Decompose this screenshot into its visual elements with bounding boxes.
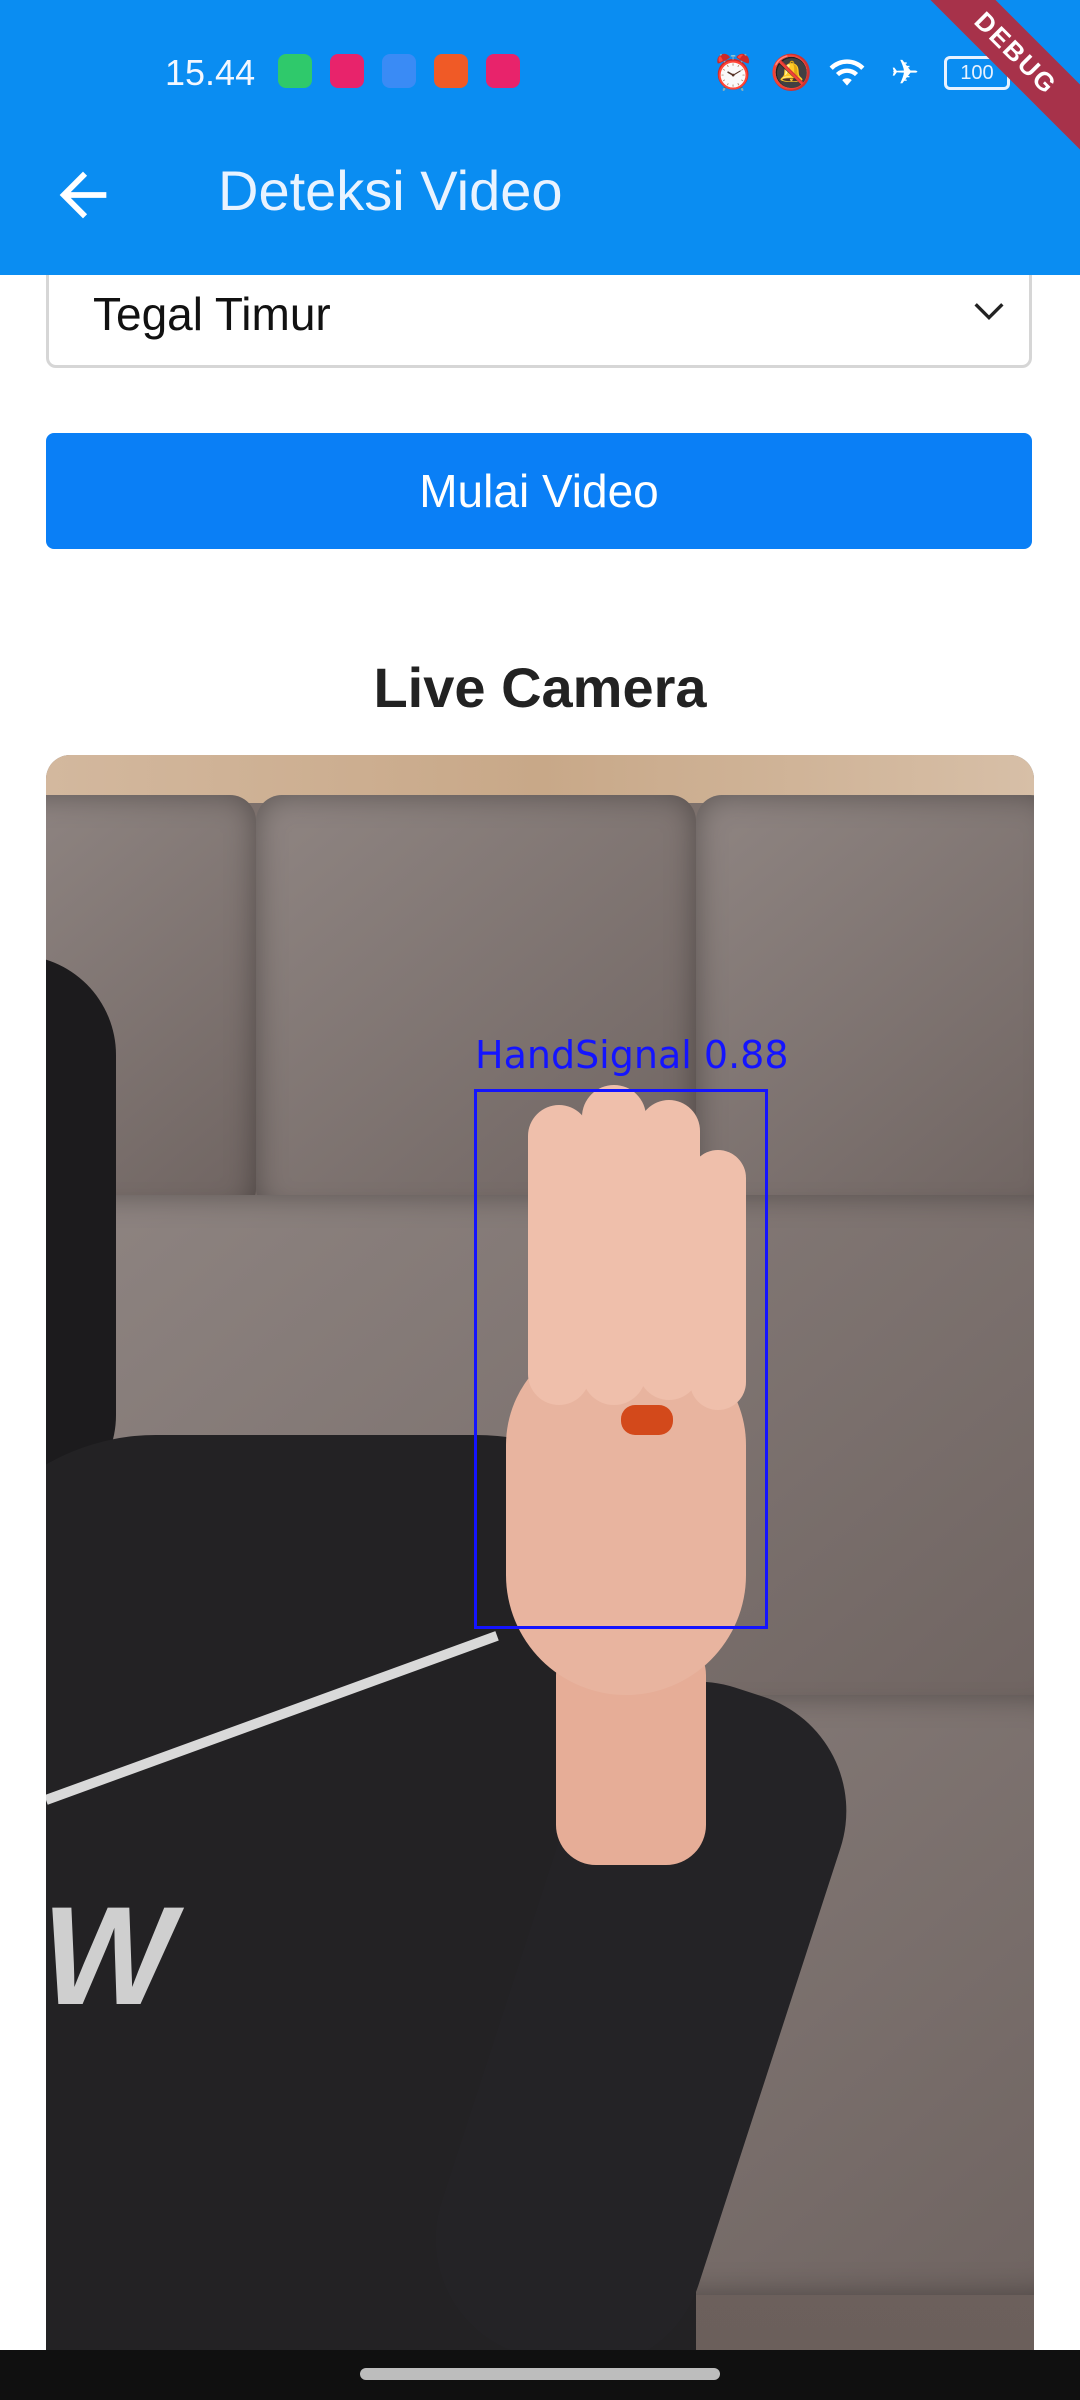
shopee-icon bbox=[434, 54, 468, 88]
detection-class: HandSignal bbox=[475, 1033, 692, 1077]
jacket-logo: W bbox=[46, 1877, 175, 2034]
alarm-icon: ⏰ bbox=[712, 54, 755, 92]
live-camera-title: Live Camera bbox=[373, 656, 707, 719]
detection-bounding-box bbox=[474, 1089, 768, 1629]
detection-confidence: 0.88 bbox=[703, 1033, 789, 1077]
wifi-icon bbox=[828, 54, 866, 92]
battery-saver-icon bbox=[278, 54, 312, 88]
lazada-icon bbox=[486, 54, 520, 88]
home-gesture-handle[interactable] bbox=[360, 2368, 720, 2380]
status-bar: 15.44 ⏰ 🔕 ✈ 100 bbox=[0, 40, 1080, 110]
arrow-back-icon bbox=[59, 171, 107, 219]
chevron-down-icon bbox=[974, 303, 1004, 321]
mute-icon: 🔕 bbox=[770, 54, 813, 92]
dropdown-selected-value: Tegal Timur bbox=[93, 288, 331, 340]
start-video-button[interactable]: Mulai Video bbox=[46, 433, 1032, 549]
system-nav-bar bbox=[0, 2350, 1080, 2400]
app-bar: 15.44 ⏰ 🔕 ✈ 100 Deteksi Video bbox=[0, 0, 1080, 275]
back-button[interactable] bbox=[48, 160, 118, 230]
airplane-mode-icon: ✈ bbox=[890, 54, 920, 92]
camera-preview: W HandSignal 0.88 bbox=[46, 755, 1034, 2350]
page-title: Deteksi Video bbox=[218, 159, 563, 222]
lazada-icon bbox=[330, 54, 364, 88]
status-icons: ⏰ 🔕 ✈ 100 bbox=[712, 54, 1010, 92]
detection-label: HandSignal 0.88 bbox=[475, 1033, 789, 1077]
person-head bbox=[46, 955, 116, 1515]
weather-icon bbox=[382, 54, 416, 88]
status-time: 15.44 bbox=[165, 52, 256, 93]
